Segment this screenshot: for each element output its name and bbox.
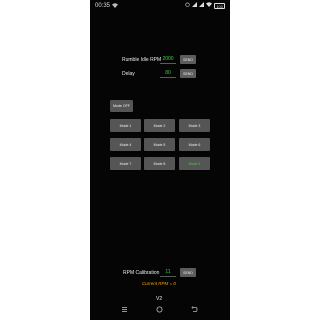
rumble-idle-rpm-label: Rumble Idle RPM: [122, 57, 162, 63]
mode-9-button[interactable]: Mode 9: [179, 157, 210, 170]
calibration-send-button[interactable]: SEND: [180, 268, 196, 277]
rumble-idle-rpm-input[interactable]: 2000: [160, 56, 176, 64]
rpm-calibration-input[interactable]: 11: [160, 269, 176, 277]
mode-2-button[interactable]: Mode 2: [144, 119, 175, 132]
battery-icon: 100: [214, 2, 225, 9]
mode-8-button[interactable]: Mode 8: [144, 157, 175, 170]
home-icon[interactable]: [156, 306, 163, 315]
status-time: 00:35: [95, 3, 111, 9]
app-screen: 00:35 100 Rumble Idle RPM 2000 SEND Dela…: [90, 0, 230, 320]
mode-7-button[interactable]: Mode 7: [110, 157, 141, 170]
menu-icon[interactable]: [121, 306, 128, 315]
mode-off-button[interactable]: Mode OFF: [110, 100, 133, 112]
mode-3-button[interactable]: Mode 3: [179, 119, 210, 132]
signal-icon-2: [199, 2, 205, 9]
mode-1-button[interactable]: Mode 1: [110, 119, 141, 132]
wifi-icon: [206, 2, 213, 9]
back-icon[interactable]: [191, 306, 198, 315]
version-label: V2: [156, 296, 163, 302]
rpm-calibration-label: RPM Calibration: [123, 270, 160, 276]
alarm-icon: [185, 2, 190, 9]
status-icons: 100: [185, 2, 225, 9]
current-rpm-readout: Current RPM = 0: [142, 281, 176, 286]
mode-4-button[interactable]: Mode 4: [110, 138, 141, 151]
signal-icon: [192, 2, 198, 9]
delay-input[interactable]: 80: [160, 70, 176, 78]
wifi-signal-icon: [112, 3, 118, 10]
delay-label: Delay: [122, 71, 135, 77]
rumble-send-button[interactable]: SEND: [180, 55, 196, 64]
mode-5-button[interactable]: Mode 5: [144, 138, 175, 151]
mode-6-button[interactable]: Mode 6: [179, 138, 210, 151]
delay-send-button[interactable]: SEND: [180, 69, 196, 78]
